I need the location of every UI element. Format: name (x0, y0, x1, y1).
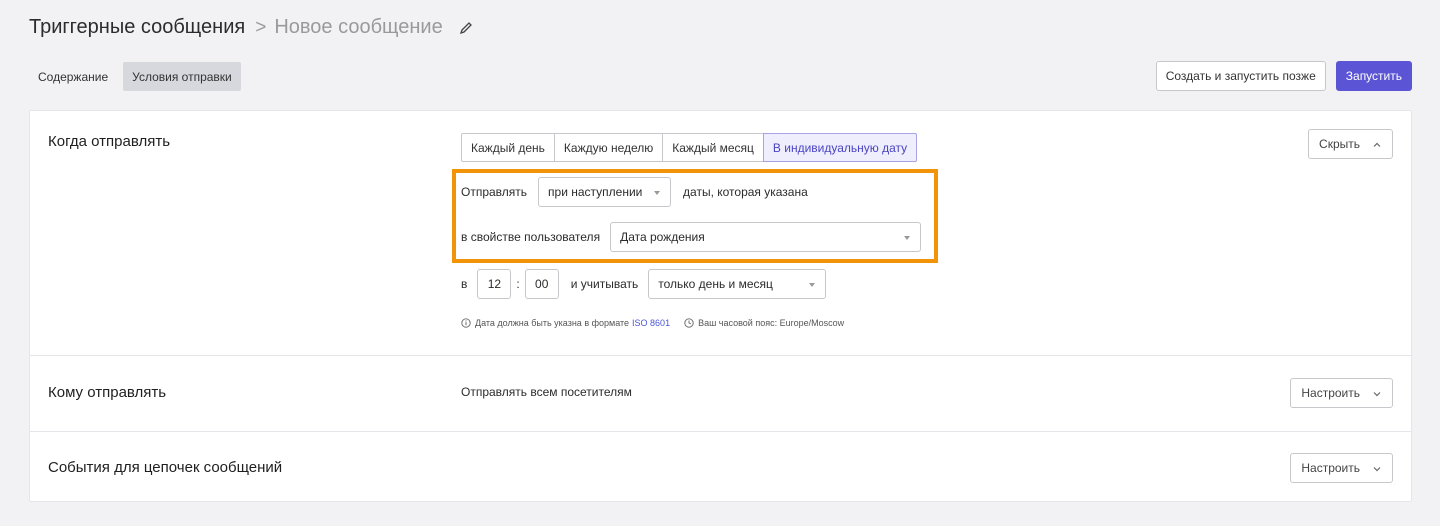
tab-content[interactable]: Содержание (29, 62, 117, 91)
clock-icon (684, 318, 694, 328)
info-icon (461, 318, 471, 328)
page-title[interactable]: Триггерные сообщения (29, 16, 245, 39)
caret-down-icon (904, 236, 911, 240)
hide-button[interactable]: Скрыть (1308, 129, 1393, 159)
chevron-up-icon (1372, 139, 1382, 149)
configure-recipients-button[interactable]: Настроить (1290, 378, 1393, 408)
send-row: Отправлять при наступлении даты, которая… (461, 177, 808, 207)
send-mode-select[interactable]: при наступлении (538, 177, 672, 207)
caret-down-icon (809, 283, 816, 287)
chevron-down-icon (1372, 388, 1382, 398)
settings-card: Когда отправлять Скрыть Каждый день Кажд… (29, 110, 1412, 502)
hint-format: Дата должна быть указна в формате (475, 318, 630, 328)
pencil-icon[interactable] (459, 20, 475, 36)
consider-select[interactable]: только день и месяц (648, 269, 827, 299)
frequency-weekly[interactable]: Каждую неделю (553, 133, 664, 162)
caret-down-icon (654, 191, 661, 195)
message-name: Новое сообщение (274, 16, 443, 38)
frequency-selector: Каждый день Каждую неделю Каждый месяц В… (461, 133, 918, 162)
when-section: Когда отправлять Скрыть Каждый день Кажд… (30, 111, 1411, 356)
create-later-button[interactable]: Создать и запустить позже (1155, 61, 1326, 91)
events-title: События для цепочек сообщений (48, 459, 283, 476)
time-colon: : (516, 277, 520, 291)
property-label: в свойстве пользователя (461, 230, 601, 244)
hint-timezone: Ваш часовой пояс: Europe/Moscow (698, 318, 845, 328)
hour-input[interactable]: 12 (477, 269, 512, 299)
iso-8601-link[interactable]: ISO 8601 (632, 318, 670, 328)
time-row: в 12 : 00 и учитывать только день и меся… (461, 269, 827, 299)
property-value: Дата рождения (620, 230, 705, 244)
hints-row: Дата должна быть указна в формате ISO 86… (461, 318, 844, 328)
frequency-daily[interactable]: Каждый день (461, 133, 555, 162)
tab-bar: Содержание Условия отправки (29, 62, 241, 91)
launch-button[interactable]: Запустить (1335, 61, 1412, 91)
breadcrumb-separator: > (255, 16, 267, 38)
breadcrumb: Триггерные сообщения > Новое сообщение (29, 16, 475, 39)
consider-label: и учитывать (570, 277, 639, 291)
consider-value: только день и месяц (658, 277, 773, 291)
top-actions: Создать и запустить позже Запустить (1155, 61, 1412, 91)
who-summary: Отправлять всем посетителям (461, 385, 632, 399)
send-mode-value: при наступлении (548, 185, 643, 199)
property-select[interactable]: Дата рождения (610, 222, 922, 252)
configure-label: Настроить (1301, 386, 1360, 400)
who-title: Кому отправлять (48, 384, 167, 401)
chevron-down-icon (1372, 463, 1382, 473)
frequency-monthly[interactable]: Каждый месяц (662, 133, 764, 162)
at-label: в (461, 277, 468, 291)
frequency-custom-date[interactable]: В индивидуальную дату (762, 133, 918, 162)
who-section: Кому отправлять Отправлять всем посетите… (30, 356, 1411, 432)
configure-label: Настроить (1301, 461, 1360, 475)
hide-label: Скрыть (1319, 137, 1360, 151)
property-row: в свойстве пользователя Дата рождения (461, 222, 922, 252)
minute-input[interactable]: 00 (524, 269, 559, 299)
date-label: даты, которая указана (683, 185, 808, 199)
send-label: Отправлять (461, 185, 528, 199)
configure-events-button[interactable]: Настроить (1290, 453, 1393, 483)
tab-send-conditions[interactable]: Условия отправки (123, 62, 241, 91)
when-title: Когда отправлять (48, 133, 171, 150)
events-section: События для цепочек сообщений Настроить (30, 432, 1411, 502)
